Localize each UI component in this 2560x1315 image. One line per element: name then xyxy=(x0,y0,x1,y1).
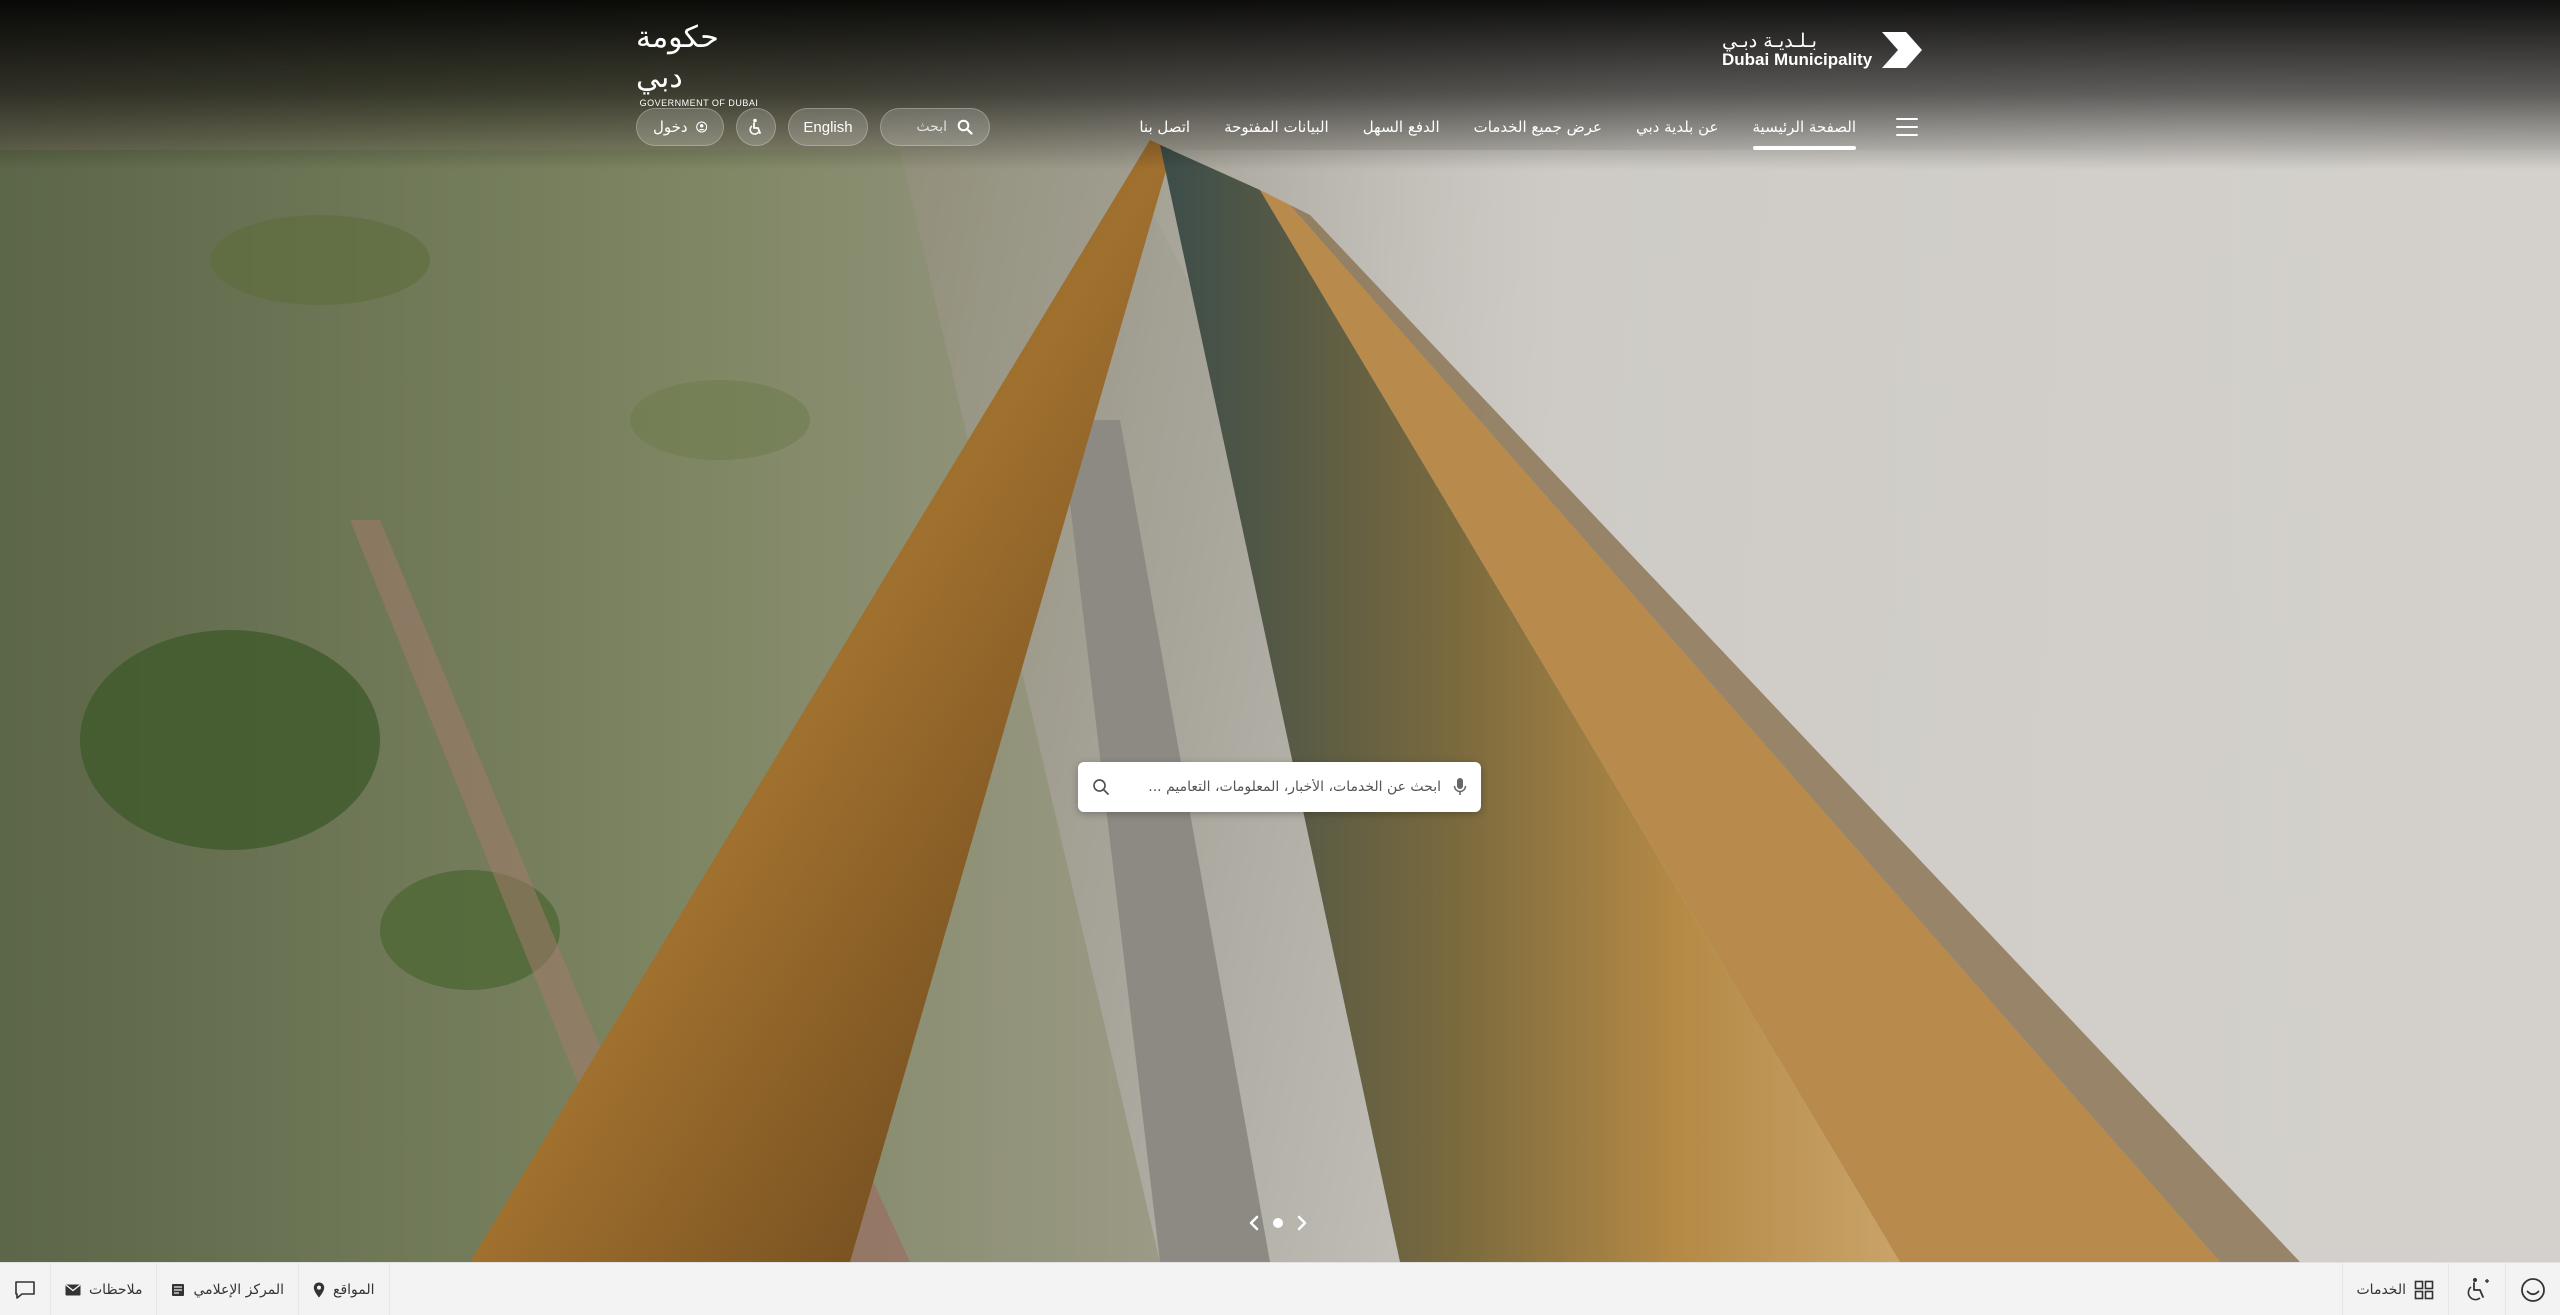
header-search-button[interactable]: ابحث xyxy=(880,108,990,146)
nav-item-home[interactable]: الصفحة الرئيسية xyxy=(1752,118,1856,150)
login-label: دخول xyxy=(653,118,688,136)
chevron-right-icon[interactable] xyxy=(1296,1215,1308,1231)
chevron-left-icon[interactable] xyxy=(1248,1215,1260,1231)
language-label: English xyxy=(803,118,853,136)
hero-carousel-controls xyxy=(1248,1208,1308,1238)
dm-logo-english: Dubai Municipality xyxy=(1722,50,1873,69)
microphone-icon[interactable] xyxy=(1453,777,1467,797)
nav-item-about[interactable]: عن بلدية دبي xyxy=(1636,118,1719,136)
dubai-municipality-logo[interactable]: بـلـديـة دبـي Dubai Municipality xyxy=(1722,28,1928,72)
login-button[interactable]: دخول xyxy=(636,108,724,146)
header-search-placeholder: ابحث xyxy=(916,119,947,135)
feedback-button[interactable]: ملاحظات xyxy=(51,1263,158,1315)
site-header: بـلـديـة دبـي Dubai Municipality حكومة د… xyxy=(0,0,2560,170)
government-of-dubai-logo[interactable]: حكومة دبي GOVERNMENT OF DUBAI xyxy=(636,18,762,108)
locations-button[interactable]: المواقع xyxy=(299,1263,390,1315)
wheelchair-icon xyxy=(2467,1277,2489,1300)
search-icon xyxy=(957,119,973,135)
main-navigation: الصفحة الرئيسية عن بلدية دبي عرض جميع ال… xyxy=(1139,112,1918,150)
chat-bubble-icon xyxy=(15,1280,35,1299)
news-icon xyxy=(172,1283,185,1296)
bottom-toolbar: ملاحظات المركز الإعلامي المواقع الخدمات xyxy=(0,1262,2560,1315)
hero-search-box[interactable]: ابحث عن الخدمات، الأخبار، المعلومات، الت… xyxy=(1078,762,1481,812)
gov-logo-arabic: حكومة دبي xyxy=(636,20,719,95)
feedback-icon-button[interactable] xyxy=(0,1263,51,1315)
nav-item-easy-pay[interactable]: الدفع السهل xyxy=(1363,118,1440,136)
accessibility-button[interactable] xyxy=(736,108,776,146)
grid-icon xyxy=(2414,1280,2434,1299)
feedback-label: ملاحظات xyxy=(89,1281,143,1298)
hero-background xyxy=(0,0,2560,1262)
accessibility-icon xyxy=(749,118,761,135)
gov-logo-english: GOVERNMENT OF DUBAI xyxy=(639,98,759,108)
carousel-dot[interactable] xyxy=(1273,1218,1283,1228)
nav-item-open-data[interactable]: البيانات المفتوحة xyxy=(1224,118,1329,136)
locations-label: المواقع xyxy=(333,1281,375,1298)
services-button[interactable]: الخدمات xyxy=(2341,1263,2449,1315)
accessibility-tools-button[interactable] xyxy=(2448,1263,2505,1315)
header-tools: ابحث English دخول xyxy=(636,108,990,146)
hero-search-placeholder: ابحث عن الخدمات، الأخبار، المعلومات، الت… xyxy=(1148,779,1441,795)
dubai-frame-aerial-image xyxy=(0,140,2560,1262)
language-switch-button[interactable]: English xyxy=(788,108,868,146)
happiness-meter-button[interactable] xyxy=(2505,1263,2560,1315)
hamburger-menu-icon[interactable] xyxy=(1896,118,1918,136)
nav-item-contact-us[interactable]: اتصل بنا xyxy=(1139,118,1190,136)
search-icon[interactable] xyxy=(1092,778,1110,796)
smiley-icon xyxy=(2521,1277,2545,1302)
nav-item-all-services[interactable]: عرض جميع الخدمات xyxy=(1474,118,1602,136)
media-center-label: المركز الإعلامي xyxy=(193,1281,284,1298)
services-label: الخدمات xyxy=(2356,1281,2407,1298)
location-pin-icon xyxy=(313,1282,325,1297)
user-icon xyxy=(695,121,707,133)
dm-chevron-icon xyxy=(1882,32,1923,68)
envelope-icon xyxy=(65,1283,81,1295)
dm-logo-arabic: بـلـديـة دبـي xyxy=(1722,30,1817,52)
media-center-button[interactable]: المركز الإعلامي xyxy=(157,1263,299,1315)
